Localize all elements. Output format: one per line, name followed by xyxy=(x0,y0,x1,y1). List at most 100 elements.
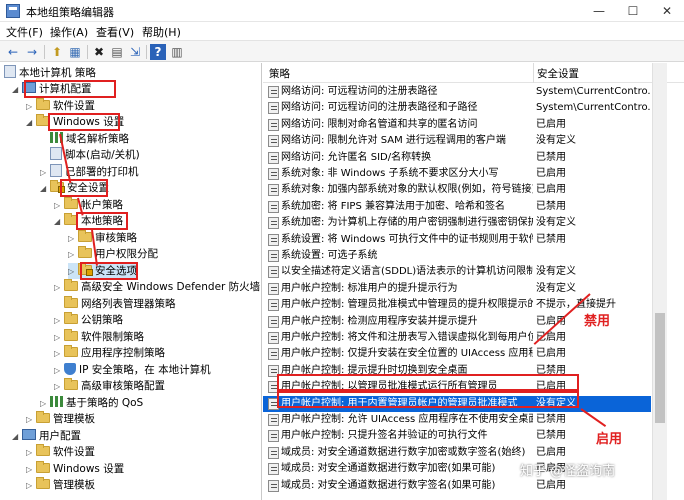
tree-item-label: 管理模板 xyxy=(53,479,95,491)
collapse-arrow-icon[interactable]: ◢ xyxy=(12,82,22,98)
expand-arrow-icon[interactable]: ▷ xyxy=(54,330,64,346)
tree-item-local-policy[interactable]: ◢ 本地策略 xyxy=(54,213,123,229)
policy-item-icon xyxy=(268,233,279,246)
tree-item-security-settings[interactable]: ◢ 安全设置 xyxy=(40,180,109,196)
tree-item-audit-policy[interactable]: ▷ 审核策略 xyxy=(68,230,137,246)
table-row[interactable]: 用户帐户控制: 提示提升时切换到安全桌面 已禁用 xyxy=(263,363,651,379)
tree-item-admin-templates[interactable]: ▷ 管理模板 xyxy=(26,411,95,427)
tree-item-computer-config[interactable]: ◢ 计算机配置 xyxy=(12,81,92,97)
expand-arrow-icon[interactable]: ▷ xyxy=(26,478,36,494)
table-row[interactable]: 域成员: 对安全通道数据进行数字签名(如果可能) 已启用 xyxy=(263,478,651,494)
table-row[interactable]: 网络访问: 限制允许对 SAM 进行远程调用的客户端 没有定义 xyxy=(263,133,651,149)
scrollbar-thumb[interactable] xyxy=(655,313,665,423)
tree-item-user-software-settings[interactable]: ▷ 软件设置 xyxy=(26,444,95,460)
table-row[interactable]: 系统设置: 将 Windows 可执行文件中的证书规则用于软件... 已禁用 xyxy=(263,232,651,248)
expand-arrow-icon[interactable]: ▷ xyxy=(26,462,36,478)
table-row[interactable]: 用户帐户控制: 只提升签名并验证的可执行文件 已禁用 xyxy=(263,428,651,444)
tree-item-windows-settings[interactable]: ◢ Windows 设置 xyxy=(26,114,124,130)
minimize-button[interactable]: — xyxy=(582,0,616,22)
expand-arrow-icon[interactable]: ▷ xyxy=(26,445,36,461)
tree-item-network-list-manager[interactable]: 网络列表管理器策略 xyxy=(54,296,176,312)
up-folder-icon[interactable]: ⬆ xyxy=(49,44,65,60)
tree-item-scripts[interactable]: 脚本(启动/关机) xyxy=(40,147,140,163)
maximize-button[interactable]: ☐ xyxy=(616,0,650,22)
tree-item-dns-policy[interactable]: 域名解析策略 xyxy=(40,131,129,147)
policy-name: 用户帐户控制: 允许 UIAccess 应用程序在不使用安全桌面... xyxy=(281,414,533,425)
table-row[interactable]: 网络访问: 可远程访问的注册表路径和子路径 System\CurrentContr… xyxy=(263,100,651,116)
tree-item-user-rights[interactable]: ▷ 用户权限分配 xyxy=(68,246,158,262)
tree-item-security-options[interactable]: ▷ 安全选项 xyxy=(68,263,137,279)
tree-item-local-computer-policy[interactable]: 本地计算机 策略 xyxy=(4,65,96,81)
table-row[interactable]: 用户帐户控制: 以管理员批准模式运行所有管理员 已启用 xyxy=(263,379,651,395)
tree-item-user-config[interactable]: ◢ 用户配置 xyxy=(12,428,81,444)
expand-arrow-icon[interactable]: ▷ xyxy=(40,165,50,181)
watermark: 知乎 @怪盗询南 xyxy=(520,464,616,479)
expand-arrow-icon[interactable]: ▷ xyxy=(54,379,64,395)
table-row[interactable]: 域成员: 对安全通道数据进行数字加密或数字签名(始终) 已启用 xyxy=(263,445,651,461)
expand-arrow-icon[interactable]: ▷ xyxy=(68,264,78,280)
tree-item-user-windows-settings[interactable]: ▷ Windows 设置 xyxy=(26,461,124,477)
table-row[interactable]: 系统加密: 为计算机上存储的用户密钥强制进行强密钥保护 没有定义 xyxy=(263,215,651,231)
table-row[interactable]: 网络访问: 可远程访问的注册表路径 System\CurrentContro... xyxy=(263,84,651,100)
table-row[interactable]: 用户帐户控制: 将文件和注册表写入错误虚拟化到每用户位置 已启用 xyxy=(263,330,651,346)
tree-item-advanced-audit[interactable]: ▷ 高级审核策略配置 xyxy=(54,378,165,394)
tree-item-public-key-policy[interactable]: ▷ 公钥策略 xyxy=(54,312,123,328)
tree-item-qos[interactable]: ▷ 基于策略的 QoS xyxy=(40,395,143,411)
table-row[interactable]: 系统设置: 可选子系统 xyxy=(263,248,651,264)
tree-item-software-restriction[interactable]: ▷ 软件限制策略 xyxy=(54,329,144,345)
menu-view[interactable]: 查看(V) xyxy=(96,24,134,40)
tree-item-deployed-printers[interactable]: ▷ 已部署的打印机 xyxy=(40,164,139,180)
collapse-arrow-icon[interactable]: ◢ xyxy=(40,181,50,197)
expand-arrow-icon[interactable]: ▷ xyxy=(26,99,36,115)
policy-name: 用户帐户控制: 将文件和注册表写入错误虚拟化到每用户位置 xyxy=(281,332,533,343)
collapse-arrow-icon[interactable]: ◢ xyxy=(26,115,36,131)
table-row[interactable]: 用户帐户控制: 标准用户的提升提示行为 没有定义 xyxy=(263,281,651,297)
tree-item-defender-firewall[interactable]: ▷ 高级安全 Windows Defender 防火墙 xyxy=(54,279,260,295)
collapse-arrow-icon[interactable]: ◢ xyxy=(54,214,64,230)
table-row[interactable]: 以安全描述符定义语言(SDDL)语法表示的计算机访问限制 没有定义 xyxy=(263,264,651,280)
expand-arrow-icon[interactable]: ▷ xyxy=(54,280,64,296)
expand-arrow-icon[interactable]: ▷ xyxy=(54,313,64,329)
column-divider[interactable] xyxy=(533,63,534,83)
expand-arrow-icon[interactable]: ▷ xyxy=(68,231,78,247)
tree-item-label: 公钥策略 xyxy=(81,314,123,326)
menu-bar: 文件(F) 操作(A) 查看(V) 帮助(H) xyxy=(0,22,684,40)
delete-icon[interactable]: ✖ xyxy=(91,44,107,60)
back-arrow-icon[interactable]: ← xyxy=(5,44,21,60)
forward-arrow-icon[interactable]: → xyxy=(24,44,40,60)
tree-item-app-control[interactable]: ▷ 应用程序控制策略 xyxy=(54,345,165,361)
tree-item-label: 安全设置 xyxy=(67,182,109,194)
vertical-scrollbar[interactable] xyxy=(652,63,667,500)
close-button[interactable]: ✕ xyxy=(650,0,684,22)
table-row[interactable]: 系统加密: 将 FIPS 兼容算法用于加密、哈希和签名 已禁用 xyxy=(263,199,651,215)
table-row[interactable]: 网络访问: 允许匿名 SID/名称转换 已禁用 xyxy=(263,150,651,166)
tree-item-user-admin-templates[interactable]: ▷ 管理模板 xyxy=(26,477,95,493)
expand-arrow-icon[interactable]: ▷ xyxy=(54,346,64,362)
menu-file[interactable]: 文件(F) xyxy=(6,24,43,40)
table-row[interactable]: 系统对象: 非 Windows 子系统不要求区分大小写 已启用 xyxy=(263,166,651,182)
column-header-setting[interactable]: 安全设置 xyxy=(537,66,579,82)
column-header-policy[interactable]: 策略 xyxy=(269,66,290,82)
filter-icon[interactable]: ▥ xyxy=(169,44,185,60)
table-row[interactable]: 系统对象: 加强内部系统对象的默认权限(例如，符号链接) 已启用 xyxy=(263,182,651,198)
expand-arrow-icon[interactable]: ▷ xyxy=(40,396,50,412)
expand-arrow-icon[interactable]: ▷ xyxy=(68,247,78,263)
menu-help[interactable]: 帮助(H) xyxy=(142,24,181,40)
show-hide-tree-icon[interactable]: ▦ xyxy=(67,44,83,60)
expand-arrow-icon[interactable]: ▷ xyxy=(54,198,64,214)
tree-item-account-policy[interactable]: ▷ 帐户策略 xyxy=(54,197,123,213)
table-row[interactable]: 用户帐户控制: 允许 UIAccess 应用程序在不使用安全桌面... 已禁用 xyxy=(263,412,651,428)
help-icon[interactable]: ? xyxy=(150,44,166,60)
properties-icon[interactable]: ▤ xyxy=(109,44,125,60)
policy-item-icon xyxy=(268,151,279,164)
tree-item-software-settings[interactable]: ▷ 软件设置 xyxy=(26,98,95,114)
collapse-arrow-icon[interactable]: ◢ xyxy=(12,429,22,445)
export-list-icon[interactable]: ⇲ xyxy=(127,44,143,60)
tree-item-ip-security[interactable]: ▷ IP 安全策略，在 本地计算机 xyxy=(54,362,211,378)
menu-action[interactable]: 操作(A) xyxy=(50,24,88,40)
table-row[interactable]: 用户帐户控制: 用于内置管理员帐户的管理员批准模式 没有定义 xyxy=(263,395,651,412)
expand-arrow-icon[interactable]: ▷ xyxy=(54,363,64,379)
table-row[interactable]: 用户帐户控制: 仅提升安装在安全位置的 UIAccess 应用程序 已启用 xyxy=(263,346,651,362)
table-row[interactable]: 网络访问: 限制对命名管道和共享的匿名访问 已启用 xyxy=(263,117,651,133)
expand-arrow-icon[interactable]: ▷ xyxy=(26,412,36,428)
